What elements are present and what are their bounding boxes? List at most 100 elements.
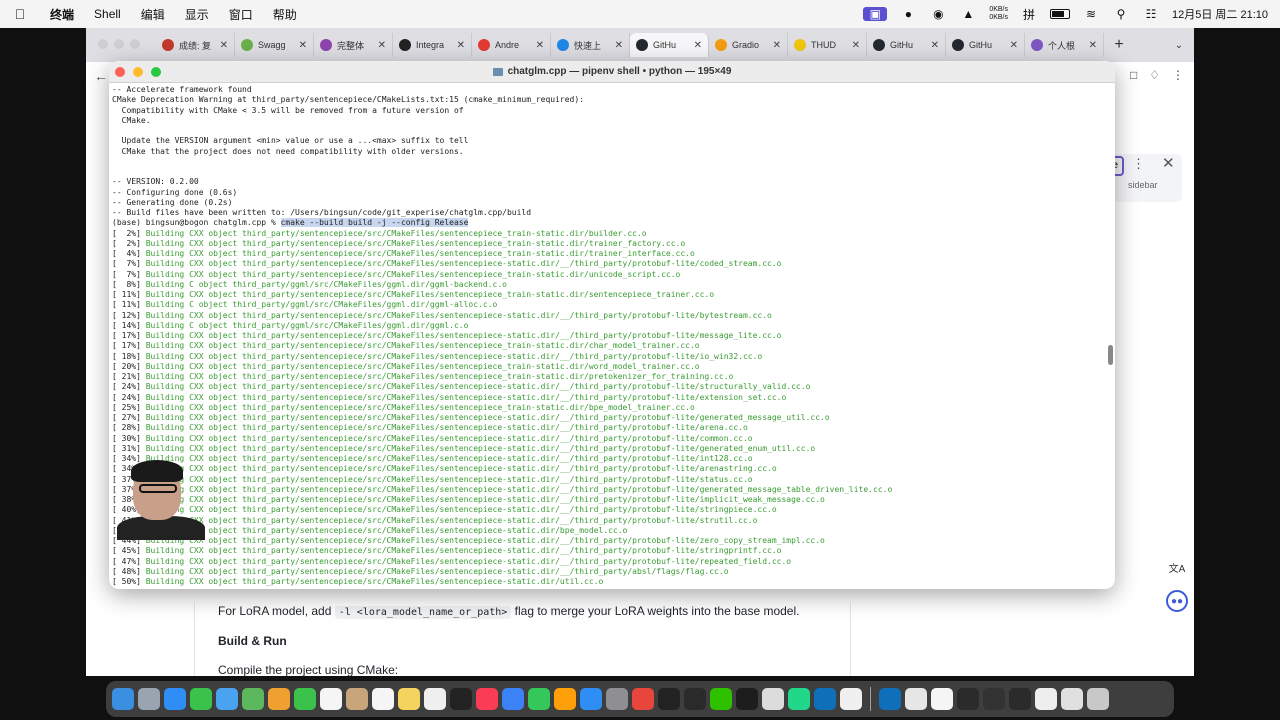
window-thumb-6-icon[interactable]: [1035, 688, 1057, 710]
vscode-window-icon[interactable]: [879, 688, 901, 710]
activity-monitor-icon[interactable]: [736, 688, 758, 710]
messages-icon[interactable]: [190, 688, 212, 710]
tab-close-icon[interactable]: ✕: [615, 40, 623, 51]
tab-close-icon[interactable]: ✕: [220, 40, 228, 51]
vscode-icon[interactable]: [814, 688, 836, 710]
numbers-icon[interactable]: [528, 688, 550, 710]
settings-icon[interactable]: [606, 688, 628, 710]
tab-close-icon[interactable]: ✕: [299, 40, 307, 51]
menu-view[interactable]: 显示: [175, 6, 219, 23]
tab-close-icon[interactable]: ✕: [1010, 40, 1018, 51]
bell-icon[interactable]: ▲: [959, 7, 977, 21]
menu-shell[interactable]: Shell: [84, 7, 131, 21]
tab-close-icon[interactable]: ✕: [931, 40, 939, 51]
window-thumb-4-icon[interactable]: [983, 688, 1005, 710]
gradio-icon: [715, 39, 727, 51]
window-thumb-7-icon[interactable]: [1061, 688, 1083, 710]
assistant-icon[interactable]: ●●: [1166, 590, 1188, 612]
translate-icon[interactable]: 文A: [1166, 556, 1188, 578]
chrome-icon[interactable]: [632, 688, 654, 710]
extension-icon[interactable]: ♢: [1149, 68, 1160, 82]
launchpad-icon[interactable]: [138, 688, 160, 710]
window-thumb-1-icon[interactable]: [905, 688, 927, 710]
control-center-icon[interactable]: ☷: [1142, 7, 1160, 21]
screen-record-icon[interactable]: ▣: [863, 7, 888, 21]
terminal-output[interactable]: -- Accelerate framework found CMake Depre…: [109, 83, 1115, 589]
menu-edit[interactable]: 编辑: [131, 6, 175, 23]
tab-close-icon[interactable]: ✕: [536, 40, 544, 51]
safari-icon[interactable]: [164, 688, 186, 710]
menu-window[interactable]: 窗口: [219, 6, 263, 23]
maps-icon[interactable]: [242, 688, 264, 710]
battery-icon[interactable]: [1050, 9, 1070, 19]
tab-4[interactable]: Andre ✕: [472, 33, 551, 57]
new-tab-button[interactable]: +: [1104, 36, 1134, 54]
facetime-icon[interactable]: [294, 688, 316, 710]
wechat-status-icon[interactable]: ◉: [929, 7, 947, 21]
wechat-icon[interactable]: [710, 688, 732, 710]
pages-icon[interactable]: [554, 688, 576, 710]
tab-10[interactable]: GitHu ✕: [946, 33, 1025, 57]
tab-close-icon[interactable]: ✕: [1089, 40, 1097, 51]
tab-close-icon[interactable]: ✕: [773, 40, 781, 51]
finder-icon[interactable]: [112, 688, 134, 710]
terminal-zoom-button[interactable]: [151, 67, 161, 77]
browser-close-button[interactable]: [98, 39, 108, 49]
tab-close-icon[interactable]: ✕: [852, 40, 860, 51]
tab-close-icon[interactable]: ✕: [378, 40, 386, 51]
build-line: [ 2%] Building CXX object third_party/se…: [112, 239, 1112, 249]
apple-menu-icon[interactable]: : [0, 6, 40, 22]
more-menu-icon[interactable]: ⋮: [1172, 68, 1184, 82]
terminal-icon[interactable]: [658, 688, 680, 710]
chatgpt-icon[interactable]: [684, 688, 706, 710]
sidebar-toggle-icon[interactable]: □: [1130, 68, 1137, 82]
tab-9[interactable]: GitHu ✕: [867, 33, 946, 57]
window-thumb-5-icon[interactable]: [1009, 688, 1031, 710]
sidebar-more-icon[interactable]: ⋮: [1132, 156, 1145, 172]
tab-1[interactable]: Swagg ✕: [235, 33, 314, 57]
tab-2[interactable]: 完整体 ✕: [314, 33, 393, 57]
contacts-icon[interactable]: [346, 688, 368, 710]
freeform-icon[interactable]: [424, 688, 446, 710]
screenshot-icon[interactable]: [762, 688, 784, 710]
tab-3[interactable]: Integra ✕: [393, 33, 472, 57]
appstore-icon[interactable]: [580, 688, 602, 710]
pycharm-icon[interactable]: [788, 688, 810, 710]
photos-icon[interactable]: [268, 688, 290, 710]
menu-app-terminal[interactable]: 终端: [40, 6, 84, 23]
tab-close-icon[interactable]: ✕: [457, 40, 465, 51]
terminal-close-button[interactable]: [115, 67, 125, 77]
search-icon[interactable]: ⚲: [1112, 7, 1130, 21]
back-arrow-icon[interactable]: ←: [94, 68, 108, 84]
tab-search-icon[interactable]: ⌄: [1164, 40, 1194, 51]
tab-0[interactable]: 成绩: 复 ✕: [156, 33, 235, 57]
browser-minimize-button[interactable]: [114, 39, 124, 49]
terminal-scrollbar[interactable]: [1108, 345, 1113, 365]
trash-icon[interactable]: [1087, 688, 1109, 710]
notes-icon[interactable]: [398, 688, 420, 710]
menu-help[interactable]: 帮助: [263, 6, 307, 23]
calendar-icon[interactable]: [320, 688, 342, 710]
drop-icon[interactable]: ●: [899, 7, 917, 21]
reminders-icon[interactable]: [372, 688, 394, 710]
tab-6[interactable]: GitHu ✕: [630, 33, 709, 57]
textedit-icon[interactable]: [840, 688, 862, 710]
window-thumb-3-icon[interactable]: [957, 688, 979, 710]
tv-icon[interactable]: [450, 688, 472, 710]
wifi-icon[interactable]: ≋: [1082, 7, 1100, 21]
browser-zoom-button[interactable]: [130, 39, 140, 49]
terminal-minimize-button[interactable]: [133, 67, 143, 77]
input-method-icon[interactable]: 拼: [1020, 7, 1038, 22]
window-thumb-2-icon[interactable]: [931, 688, 953, 710]
build-line: [ 50%] Building CXX object third_party/s…: [112, 577, 1112, 587]
sidebar-close-icon[interactable]: ✕: [1162, 154, 1175, 172]
tab-7[interactable]: Gradio ✕: [709, 33, 788, 57]
tab-11[interactable]: 个人根 ✕: [1025, 33, 1104, 57]
tab-8[interactable]: THUD ✕: [788, 33, 867, 57]
tab-5[interactable]: 快速上 ✕: [551, 33, 630, 57]
keynote-icon[interactable]: [502, 688, 524, 710]
tab-close-icon[interactable]: ✕: [694, 40, 702, 51]
music-icon[interactable]: [476, 688, 498, 710]
mail-icon[interactable]: [216, 688, 238, 710]
datetime[interactable]: 12月5日 周二 21:10: [1172, 6, 1268, 22]
